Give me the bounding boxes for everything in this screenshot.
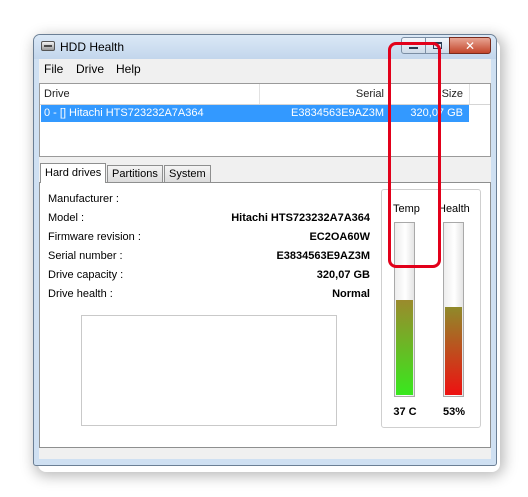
column-drive[interactable]: Drive <box>44 84 70 104</box>
model-value: Hitachi HTS723232A7A364 <box>231 212 370 224</box>
health-gauge <box>443 222 464 397</box>
drive-row-serial: E3834563E9AZ3M <box>291 107 384 119</box>
status-bar <box>39 448 491 459</box>
column-divider[interactable] <box>469 84 470 104</box>
model-label: Model : <box>48 212 85 224</box>
column-serial[interactable]: Serial <box>260 84 384 104</box>
temp-gauge-fill <box>396 299 413 395</box>
firmware-label: Firmware revision : <box>48 231 141 243</box>
capacity-value: 320,07 GB <box>316 269 370 281</box>
tab-partitions[interactable]: Partitions <box>107 165 163 182</box>
menu-file[interactable]: File <box>44 62 63 76</box>
drive-row-name: 0 - [] Hitachi HTS723232A7A364 <box>44 107 204 119</box>
tab-system[interactable]: System <box>164 165 211 182</box>
close-button[interactable]: ✕ <box>449 37 491 54</box>
hdd-icon <box>41 41 55 51</box>
tab-hard-drives[interactable]: Hard drives <box>40 163 107 183</box>
firmware-value: EC2OA60W <box>309 231 370 243</box>
manufacturer-label: Manufacturer : <box>48 193 119 205</box>
info-box <box>81 315 337 426</box>
menu-drive[interactable]: Drive <box>76 62 104 76</box>
window-title: HDD Health <box>60 40 125 54</box>
health-gauge-fill <box>445 306 462 395</box>
serial-label: Serial number : <box>48 250 123 262</box>
close-icon: ✕ <box>464 38 476 53</box>
capacity-label: Drive capacity : <box>48 269 124 281</box>
health-value: 53% <box>442 406 466 418</box>
menu-help[interactable]: Help <box>116 62 141 76</box>
health-gauge-label: Health <box>438 203 470 215</box>
drive-health-value: Normal <box>332 288 370 300</box>
temp-value: 37 C <box>393 406 417 418</box>
serial-value: E3834563E9AZ3M <box>276 250 370 262</box>
drive-health-label: Drive health : <box>48 288 113 300</box>
health-highlight-annotation <box>388 42 441 268</box>
